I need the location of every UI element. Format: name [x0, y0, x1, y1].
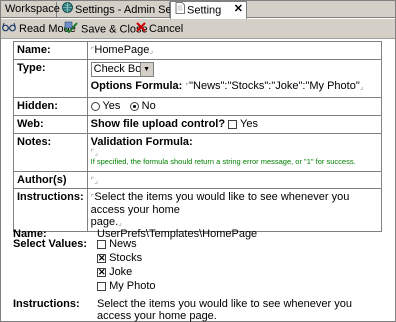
preview-instructions-label: Instructions: — [13, 298, 80, 310]
type-select[interactable]: Check Box ▼ — [90, 62, 154, 77]
instructions-line1: Select the items you would like to see w… — [90, 191, 350, 216]
web-cell: Show file upload control? Yes — [86, 115, 383, 134]
preview-option-my-photo[interactable]: My Photo — [97, 280, 156, 292]
globe-icon — [62, 2, 73, 18]
setting-form: Name: ⌜HomePage⌟ Type: Check Box ▼ Optio… — [13, 41, 383, 232]
action-toolbar: Read Mode Save & Close Cancel — [1, 19, 395, 39]
validation-hint: If specified, the formula should return … — [90, 157, 356, 166]
tab-admin-settings[interactable]: Settings - Admin Settings — [58, 2, 198, 18]
options-formula-field[interactable]: ⌜"News":"Stocks":"Joke":"My Photo"⌟ — [185, 80, 363, 92]
cancel-label: Cancel — [149, 23, 184, 35]
authors-row: Author(s) ⌜⌟ — [13, 171, 383, 189]
name-label: Name: — [13, 41, 88, 60]
field-close-mark: ⌟ — [149, 46, 154, 55]
notes-label: Notes: — [13, 133, 88, 172]
hidden-label: Hidden: — [13, 97, 88, 116]
tab-setting[interactable]: Setting ✕ — [170, 1, 247, 19]
preview-instructions-text: Select the items you would like to see w… — [97, 298, 387, 322]
notes-row: Notes: Validation Formula: ⌜⌟ If specifi… — [13, 133, 383, 172]
preview-select-label: Select Values: — [13, 238, 87, 250]
instructions-label: Instructions: — [13, 188, 88, 232]
instructions-field[interactable]: ⌜Select the items you would like to see … — [86, 188, 383, 232]
preview-option-news[interactable]: News — [97, 238, 137, 250]
joke-checkbox[interactable] — [97, 266, 106, 278]
web-label: Web: — [13, 115, 88, 134]
hidden-yes-radio[interactable] — [90, 101, 100, 111]
stocks-label: Stocks — [109, 252, 143, 264]
close-tab-icon[interactable]: ✕ — [234, 2, 243, 17]
web-upload-checkbox[interactable] — [228, 119, 238, 129]
web-yes-label: Yes — [240, 118, 258, 130]
name-field[interactable]: ⌜HomePage⌟ — [86, 41, 383, 60]
field-close-mark: ⌟ — [94, 176, 99, 185]
instructions-line2: page. — [90, 216, 119, 228]
type-label: Type: — [13, 59, 88, 98]
notes-cell: Validation Formula: ⌜⌟ If specified, the… — [86, 133, 383, 172]
options-formula-label: Options Formula: — [90, 80, 183, 92]
authors-field[interactable]: ⌜⌟ — [86, 171, 383, 189]
cancel-button[interactable]: Cancel — [136, 21, 183, 37]
validation-formula-label: Validation Formula: — [90, 136, 193, 148]
web-row: Web: Show file upload control? Yes — [13, 115, 383, 134]
my-photo-checkbox[interactable] — [97, 281, 106, 291]
hidden-no-label: No — [141, 100, 156, 112]
chevron-down-icon[interactable]: ▼ — [139, 63, 153, 76]
type-row: Type: Check Box ▼ Options Formula: ⌜"New… — [13, 59, 383, 98]
glasses-icon — [2, 21, 16, 37]
hidden-cell: Yes No — [86, 97, 383, 116]
validation-formula-field[interactable]: ⌜⌟ — [91, 148, 378, 157]
tab-workspace[interactable]: Workspace — [1, 2, 60, 18]
field-close-mark: ⌟ — [359, 82, 364, 91]
name-row: Name: ⌜HomePage⌟ — [13, 41, 383, 60]
instructions-row: Instructions: ⌜Select the items you woul… — [13, 188, 383, 232]
news-label: News — [109, 238, 137, 250]
web-question: Show file upload control? — [90, 118, 226, 130]
hidden-row: Hidden: Yes No — [13, 97, 383, 116]
preview-option-stocks[interactable]: Stocks — [97, 252, 142, 264]
settings-window: Workspace Settings - Admin Settings Sett… — [0, 0, 396, 322]
type-cell: Check Box ▼ Options Formula: ⌜"News":"St… — [86, 59, 383, 98]
my-photo-label: My Photo — [109, 280, 156, 292]
cancel-x-icon — [136, 21, 146, 37]
hidden-yes-label: Yes — [102, 100, 121, 112]
document-icon — [175, 2, 185, 19]
preview-instructions-line2: page. — [189, 310, 217, 322]
name-value: HomePage — [94, 44, 150, 56]
save-close-icon — [64, 21, 78, 38]
joke-label: Joke — [109, 266, 133, 278]
tab-strip: Workspace Settings - Admin Settings Sett… — [1, 1, 395, 19]
preview-option-joke[interactable]: Joke — [97, 266, 132, 278]
authors-label: Author(s) — [13, 171, 88, 189]
field-close-mark: ⌟ — [94, 148, 99, 157]
news-checkbox[interactable] — [97, 239, 106, 249]
stocks-checkbox[interactable] — [97, 252, 106, 264]
tab-label: Workspace — [5, 3, 60, 15]
options-formula-value: "News":"Stocks":"Joke":"My Photo" — [189, 80, 360, 92]
hidden-no-radio[interactable] — [129, 101, 139, 111]
field-close-mark: ⌟ — [118, 218, 122, 227]
tab-label: Setting — [187, 4, 222, 17]
preview-instructions-line1: Select the items you would like to see w… — [97, 298, 352, 322]
